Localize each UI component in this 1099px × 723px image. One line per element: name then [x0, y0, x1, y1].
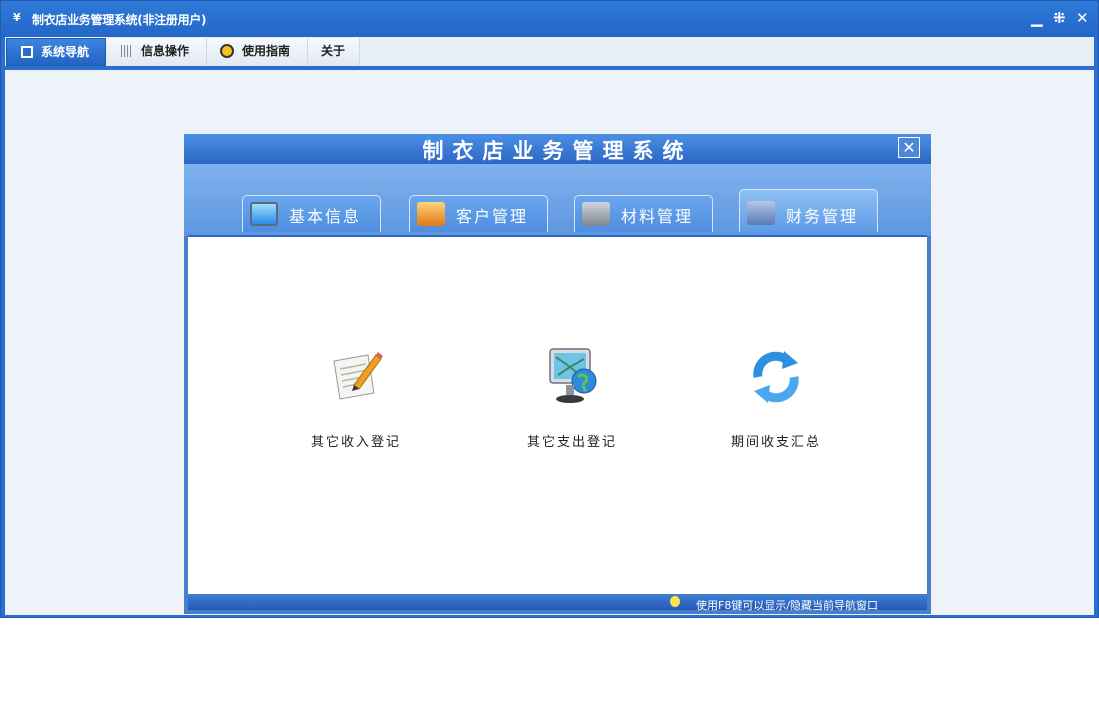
category-tab-strip: 基本信息 客户管理 材料管理 财务管理 — [184, 164, 931, 236]
tab-label: 材料管理 — [621, 207, 694, 226]
tab-label: 关于 — [321, 44, 346, 58]
notepad-pencil-icon — [333, 352, 383, 400]
function-label: 期间收支汇总 — [730, 435, 821, 450]
computer-icon — [250, 202, 278, 226]
panel-title: 制衣店业务管理系统 — [422, 139, 693, 163]
rss-folder-icon — [417, 202, 445, 226]
tab-label: 信息操作 — [141, 44, 190, 58]
tab-about[interactable]: 关于 — [308, 38, 360, 66]
tab-user-guide[interactable]: 使用指南 — [207, 38, 308, 66]
map-globe-icon — [549, 348, 597, 403]
tab-finance-management[interactable]: 财务管理 — [739, 189, 878, 232]
guide-icon — [220, 44, 234, 58]
monitor-icon — [21, 46, 33, 58]
panel-header: 制衣店业务管理系统 ✕ — [184, 134, 931, 164]
panel-status-bar: 使用F8键可以显示/隐藏当前导航窗口 — [188, 594, 927, 612]
tab-bar-divider — [5, 66, 1094, 70]
tab-info-operation[interactable]: 信息操作 — [106, 38, 207, 66]
function-content-area: 其它收入登记 其它支出登记 期间收支汇总 — [188, 235, 927, 596]
tab-label: 财务管理 — [786, 207, 859, 226]
finance-folder-icon — [747, 201, 775, 225]
panel-close-button[interactable]: ✕ — [898, 137, 920, 158]
grid-icon — [121, 45, 133, 57]
menu-tab-bar: 系统导航 信息操作 使用指南 关于 — [5, 37, 1094, 66]
app-icon: ¥ — [13, 11, 21, 24]
lightbulb-icon — [670, 596, 680, 607]
tab-label: 使用指南 — [242, 44, 291, 58]
close-icon[interactable]: ✕ — [1076, 10, 1089, 26]
window-title: 制衣店业务管理系统(非注册用户) — [32, 13, 207, 27]
tab-label: 客户管理 — [456, 207, 529, 226]
refresh-arrows-icon — [753, 351, 799, 403]
minimize-icon[interactable]: ▁ — [1031, 10, 1043, 26]
title-bar[interactable]: ¥ 制衣店业务管理系统(非注册用户) ▁ ⁜ ✕ — [1, 1, 1098, 37]
tab-material-management[interactable]: 材料管理 — [574, 195, 713, 232]
restore-icon[interactable]: ⁜ — [1053, 10, 1066, 26]
tab-label: 系统导航 — [41, 45, 90, 59]
tab-customer-management[interactable]: 客户管理 — [409, 195, 548, 232]
function-label: 其它收入登记 — [310, 435, 401, 450]
tab-label: 基本信息 — [289, 207, 362, 226]
tab-basic-info[interactable]: 基本信息 — [242, 195, 381, 232]
tab-system-navigation[interactable]: 系统导航 — [6, 38, 106, 66]
status-hint: 使用F8键可以显示/隐藏当前导航窗口 — [696, 599, 879, 612]
navigation-panel: 制衣店业务管理系统 ✕ 基本信息 客户管理 材料管理 财务管理 其它收入登记 其… — [184, 134, 931, 614]
pencil-folder-icon — [582, 202, 610, 226]
function-label: 其它支出登记 — [526, 435, 617, 450]
